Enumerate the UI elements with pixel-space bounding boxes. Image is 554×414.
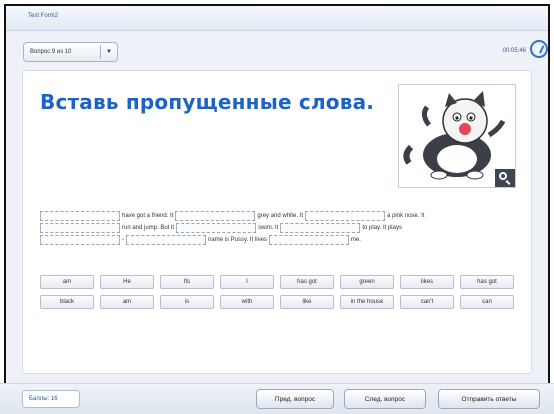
word-chip[interactable]: He: [100, 275, 154, 289]
sentence-text: me.: [350, 237, 361, 243]
word-chip[interactable]: am: [40, 275, 94, 289]
sentence-text: swim. It: [258, 225, 279, 231]
sentence-text: name is Pussy. It lives: [208, 237, 267, 243]
word-chip[interactable]: likes: [400, 275, 454, 289]
word-chip[interactable]: is: [160, 295, 214, 309]
word-chip[interactable]: am: [100, 295, 154, 309]
answer-blank[interactable]: [176, 223, 257, 233]
word-bank: am He Its I has got green likes has got …: [40, 275, 518, 315]
word-chip[interactable]: with: [220, 295, 274, 309]
cat-image: [398, 84, 516, 188]
window-title: Test Form2: [28, 13, 59, 19]
submit-answers-button[interactable]: Отправить ответы: [438, 389, 540, 409]
zoom-in-icon[interactable]: [495, 169, 515, 187]
answer-blank[interactable]: [40, 223, 120, 233]
word-chip[interactable]: black: [40, 295, 94, 309]
word-chip[interactable]: Its: [160, 275, 214, 289]
sentence-text: run and jump. But it: [122, 225, 175, 231]
answer-blank[interactable]: [126, 235, 206, 245]
prev-question-button[interactable]: Пред. вопрос: [256, 389, 334, 409]
chevron-down-icon[interactable]: ▼: [101, 49, 117, 55]
question-selector-label: Вопрос 9 из 10: [30, 49, 72, 55]
sentence-text: grey and white. It: [257, 213, 304, 219]
sentence-text: to play. It plays: [362, 225, 402, 231]
word-chip[interactable]: can: [460, 295, 514, 309]
word-chip[interactable]: I: [220, 275, 274, 289]
sentence-text: a pink nose. It: [387, 213, 425, 219]
clock-icon: [530, 40, 548, 58]
answer-blank[interactable]: [280, 223, 361, 233]
word-chip[interactable]: like: [280, 295, 334, 309]
sentence-text: have got a friend. It: [122, 213, 174, 219]
word-chip[interactable]: has got: [460, 275, 514, 289]
word-bank-row: am He Its I has got green likes has got: [40, 275, 518, 289]
footer-bar: Баллы: 16 Пред. вопрос След. вопрос Отпр…: [0, 383, 554, 414]
timer-text: 00:05:46: [502, 48, 526, 54]
word-bank-row: black am is with like in the house can't…: [40, 295, 518, 309]
task-heading: Вставь пропущенные слова.: [40, 90, 375, 114]
question-selector[interactable]: Вопрос 9 из 10 ▼: [23, 42, 118, 62]
answer-blank[interactable]: [268, 235, 349, 245]
score-badge: Баллы: 16: [22, 390, 80, 408]
word-chip[interactable]: has got: [280, 275, 334, 289]
answer-blank[interactable]: [305, 211, 386, 221]
word-chip[interactable]: green: [340, 275, 394, 289]
word-chip[interactable]: in the house: [340, 295, 394, 309]
answer-blank[interactable]: [175, 211, 256, 221]
answer-blank[interactable]: [40, 235, 120, 245]
word-chip[interactable]: can't: [400, 295, 454, 309]
next-question-button[interactable]: След. вопрос: [344, 389, 426, 409]
sentence-text: -: [122, 237, 124, 243]
answer-blank[interactable]: [40, 211, 120, 221]
title-bar: Test Form2: [6, 6, 548, 31]
